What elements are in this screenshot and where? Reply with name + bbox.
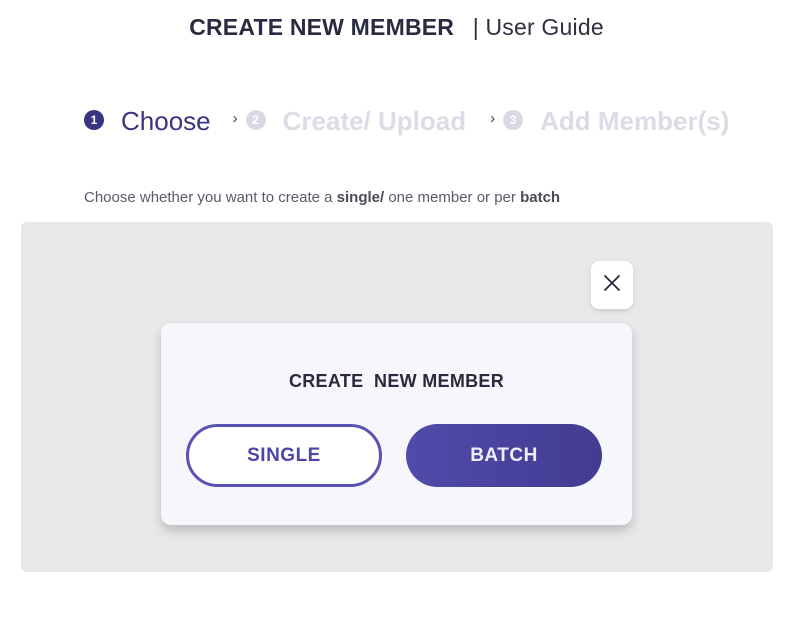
page-header: CREATE NEW MEMBER | User Guide xyxy=(0,14,793,41)
step-add-members[interactable]: 3 Add Member(s) xyxy=(503,106,729,137)
step-label-choose: Choose xyxy=(121,106,211,136)
close-icon xyxy=(603,274,621,297)
stepper: 1 Choose › 2 Create/ Upload › 3 Add Memb… xyxy=(84,106,729,137)
step-number-3: 3 xyxy=(503,109,524,130)
step-label-add-members: Add Member(s) xyxy=(540,106,730,136)
instruction-text: Choose whether you want to create a sing… xyxy=(84,189,560,206)
page: CREATE NEW MEMBER | User Guide 1 Choose … xyxy=(0,0,793,635)
page-subtitle: User Guide xyxy=(485,14,604,40)
instruction-part-2: one member or per xyxy=(384,189,521,206)
instruction-bold-single: single/ xyxy=(336,189,385,206)
header-separator: | xyxy=(472,14,479,40)
single-button[interactable]: SINGLE xyxy=(186,424,382,487)
batch-button[interactable]: BATCH xyxy=(406,424,602,487)
dialog-title: CREATE NEW MEMBER xyxy=(288,371,505,391)
step-create-upload[interactable]: 2 Create/ Upload xyxy=(245,106,467,137)
create-member-dialog: CREATE NEW MEMBER SINGLE BATCH xyxy=(161,323,632,525)
chevron-right-icon: › xyxy=(490,110,496,127)
step-number-2: 2 xyxy=(245,109,266,130)
step-label-create-upload: Create/ Upload xyxy=(282,106,467,136)
instruction-bold-batch: batch xyxy=(520,189,561,206)
chevron-right-icon: › xyxy=(232,110,238,127)
close-button[interactable] xyxy=(591,261,633,309)
step-choose[interactable]: 1 Choose xyxy=(84,106,211,137)
instruction-part-1: Choose whether you want to create a xyxy=(84,189,337,206)
step-number-1: 1 xyxy=(84,109,104,130)
page-title: CREATE NEW MEMBER xyxy=(189,14,455,40)
